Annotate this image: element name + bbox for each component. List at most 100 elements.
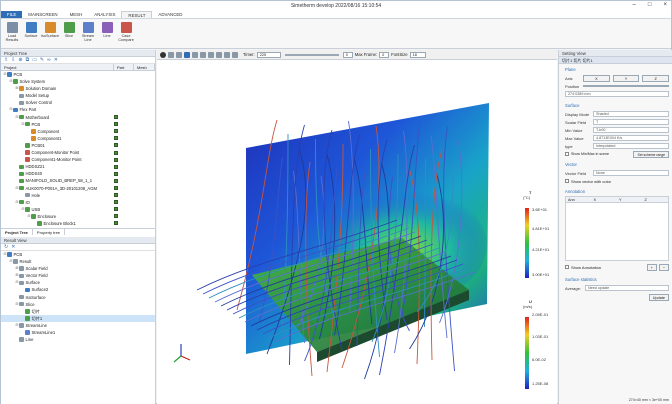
minimize-button[interactable]: – (633, 2, 636, 8)
slice-button[interactable]: Slice (60, 19, 78, 47)
tree-item[interactable]: ⊞ Solution Domain (1, 85, 155, 92)
tab-property-tree[interactable]: Property tree (33, 229, 66, 235)
link-icon[interactable]: ∞ (47, 57, 51, 63)
tree-item[interactable]: ⊟ Solve System (1, 78, 155, 85)
tree-item[interactable]: ⊟ Enclosure (1, 213, 155, 220)
case-compare-button[interactable]: Case Compare (117, 19, 135, 47)
3d-viewport[interactable]: Timer: 225 0 Max Frame: 0 FontSize 18 T … (157, 50, 557, 404)
tree-item[interactable]: IsoSurface (1, 294, 155, 301)
timer-field[interactable]: 225 (256, 51, 281, 58)
fontsize-field[interactable]: 18 (409, 51, 426, 58)
part-visibility-checkbox[interactable] (114, 122, 118, 127)
tree-item[interactable]: ⊞ Scalar Field (1, 265, 155, 272)
delete-icon[interactable]: ✕ (11, 244, 15, 250)
refresh-icon[interactable]: ↻ (4, 244, 8, 250)
menu-tab-mainscreen[interactable]: MAINSCREEN (22, 11, 63, 18)
tree-item[interactable]: Model Setup (1, 92, 155, 99)
import-icon[interactable]: ⊕ (18, 57, 22, 63)
simulation-scene[interactable] (157, 60, 557, 404)
tree-item[interactable]: ⊟ Slice (1, 301, 155, 308)
menu-tab-file[interactable]: FILE (1, 11, 23, 18)
tree-item[interactable]: 切片 (1, 308, 155, 315)
part-visibility-checkbox[interactable] (114, 178, 118, 183)
copy-icon[interactable]: ⧉ (26, 57, 30, 63)
show-minmax-checkbox[interactable] (565, 152, 569, 156)
tree-item[interactable]: ⊟ Flex Part (1, 106, 155, 113)
delete-icon[interactable]: ✕ (54, 57, 58, 63)
add-annotation-button[interactable]: + (646, 263, 657, 271)
first-frame-icon[interactable] (168, 51, 174, 58)
load-results-button[interactable]: Load Results (3, 19, 21, 47)
prev-frame-icon[interactable] (176, 51, 182, 58)
stream-line-button[interactable]: Stream Line (79, 19, 97, 47)
tree-item[interactable]: Component1 (1, 135, 155, 142)
tree-item[interactable]: HDDS40 (1, 170, 155, 177)
average-select[interactable]: Need update (585, 285, 669, 291)
up-icon[interactable]: ⇧ (4, 57, 8, 63)
remove-annotation-button[interactable]: − (658, 263, 669, 271)
tree-item[interactable]: StreamLine1 (1, 329, 155, 336)
tree-item[interactable]: ⊟ AUK0070-P001A_3D-20101208_AGM (1, 185, 155, 192)
tree-item[interactable]: ⊟ Result (1, 258, 155, 265)
menu-tab-analysis[interactable]: ANALYSIS (88, 11, 121, 18)
annotation-table-body[interactable] (565, 203, 669, 261)
part-visibility-checkbox[interactable] (114, 129, 118, 134)
tree-item[interactable]: ⊞ Vector Field (1, 272, 155, 279)
show-vector-checkbox[interactable] (565, 179, 569, 183)
show-annotation-checkbox[interactable] (565, 265, 569, 269)
close-button[interactable]: × (663, 2, 667, 8)
camera-icon[interactable] (224, 51, 230, 58)
tree-item[interactable]: ⊟ Surface (1, 279, 155, 286)
tree-item[interactable]: Surface2 (1, 286, 155, 293)
tree-item[interactable]: ⊟ IO (1, 199, 155, 206)
position-slider[interactable] (583, 85, 669, 87)
tab-project-tree[interactable]: Project Tree (1, 229, 33, 235)
tree-item[interactable]: ⊟ PCB (1, 121, 155, 128)
folder-icon[interactable]: ▭ (32, 57, 37, 63)
tree-item[interactable]: 切片1 (1, 314, 155, 322)
tree-item[interactable]: ⊟ StreamLine (1, 322, 155, 329)
set-scheme-range-button[interactable]: Set scheme range (633, 150, 669, 158)
part-visibility-checkbox[interactable] (114, 193, 118, 198)
last-frame-icon[interactable] (200, 51, 206, 58)
scalar-field-select[interactable]: T (593, 119, 669, 125)
tree-item[interactable]: Enclosure Block1 (1, 220, 155, 227)
menu-tab-result[interactable]: RESULT (121, 11, 153, 18)
tree-item[interactable]: Line (1, 336, 155, 343)
type-select[interactable]: Interpolated (593, 143, 669, 149)
part-visibility-checkbox[interactable] (114, 164, 118, 169)
part-visibility-checkbox[interactable] (114, 221, 118, 226)
edit-icon[interactable]: ✎ (40, 57, 44, 63)
menu-tab-mesh[interactable]: MESH (64, 11, 89, 18)
part-visibility-checkbox[interactable] (114, 214, 118, 219)
frame-slider[interactable] (284, 53, 339, 56)
axis-z-button[interactable]: Z (642, 74, 670, 82)
position-field[interactable]: 274.0389 mm (565, 91, 669, 97)
tree-item[interactable]: Component-Monitor Point (1, 149, 155, 156)
min-value-field[interactable]: T-b00 (593, 127, 669, 133)
tree-item[interactable]: Solver Control (1, 99, 155, 106)
play-icon[interactable] (184, 51, 190, 58)
part-visibility-checkbox[interactable] (114, 136, 118, 141)
max-value-field[interactable]: 4.8713E004 K/s (593, 135, 669, 141)
part-visibility-checkbox[interactable] (114, 171, 118, 176)
part-visibility-checkbox[interactable] (114, 143, 118, 148)
frame-field[interactable]: 0 (342, 51, 353, 58)
max-frame-field[interactable]: 0 (379, 51, 390, 58)
export-icon[interactable] (216, 51, 222, 58)
tree-item[interactable]: MANIFOLD_SOLID_BREP_58_1_1 (1, 177, 155, 184)
loop-icon[interactable] (208, 51, 214, 58)
update-button[interactable]: Update (648, 294, 669, 301)
tree-item[interactable]: Component (1, 128, 155, 135)
fit-view-icon[interactable] (232, 51, 238, 58)
axis-x-button[interactable]: X (583, 74, 610, 82)
display-mode-select[interactable]: Shaded (593, 111, 669, 117)
maximize-button[interactable]: □ (648, 2, 652, 8)
part-visibility-checkbox[interactable] (114, 150, 118, 155)
axis-y-button[interactable]: Y (612, 74, 640, 82)
isosurface-button[interactable]: IsoSurface (41, 19, 59, 47)
down-icon[interactable]: ⇩ (11, 57, 15, 63)
part-visibility-checkbox[interactable] (114, 115, 118, 120)
part-visibility-checkbox[interactable] (114, 186, 118, 190)
tree-item[interactable]: Component1-Monitor Point (1, 156, 155, 163)
